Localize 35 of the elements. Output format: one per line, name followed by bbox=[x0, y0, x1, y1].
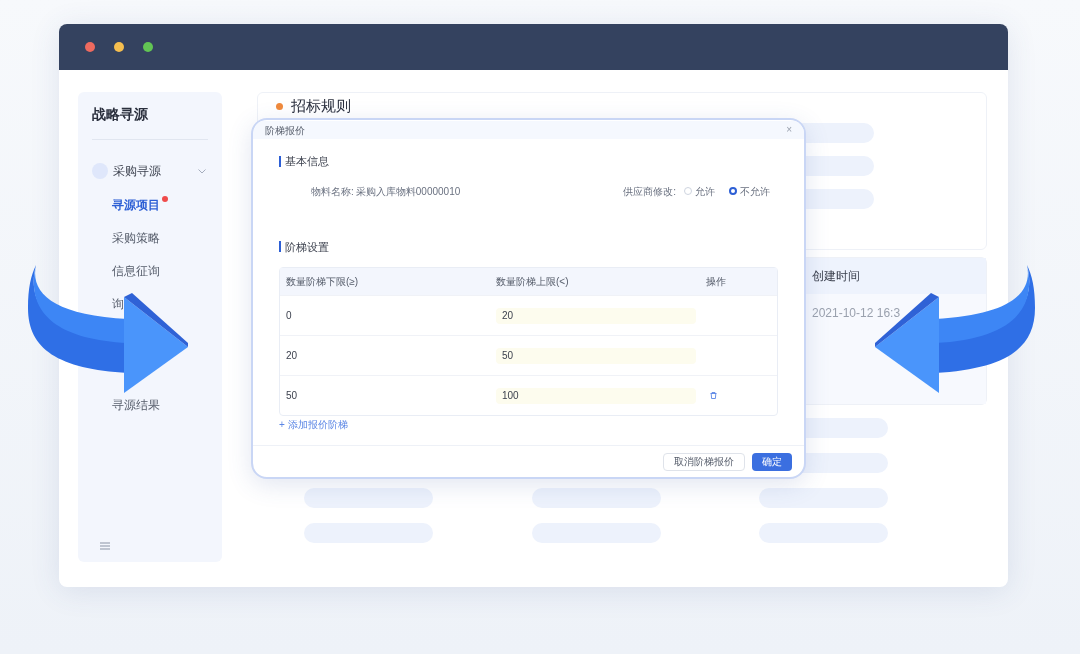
section-title: 招标规则 bbox=[291, 95, 351, 116]
section-marker bbox=[279, 241, 281, 253]
radio-option[interactable]: 允许 bbox=[684, 183, 715, 199]
section-heading: 阶梯设置 bbox=[285, 239, 329, 255]
sidebar-item[interactable]: 寻源结果 bbox=[112, 396, 160, 414]
sidebar-item[interactable]: 采购策略 bbox=[112, 229, 160, 247]
column-header: 创建时间 bbox=[804, 258, 986, 294]
chevron-icon bbox=[198, 168, 206, 174]
table-cell-text: 20 bbox=[286, 349, 299, 363]
column-header: 数量阶梯下限(≥) bbox=[286, 275, 360, 289]
section-marker bbox=[279, 155, 281, 167]
sidebar-item[interactable]: 信息征询 bbox=[112, 262, 160, 280]
table-cell-text: 0 bbox=[286, 309, 293, 323]
cancel-button[interactable]: 取消阶梯报价 bbox=[663, 452, 745, 471]
field-label: 物料名称: bbox=[311, 184, 354, 199]
add-tier-link[interactable]: + 添加报价阶梯 bbox=[279, 417, 778, 432]
trash-icon[interactable] bbox=[710, 392, 717, 399]
table-cell-text: 2021-10-12 16:3 bbox=[812, 305, 901, 322]
sidebar-title: 战略寻源 bbox=[92, 104, 208, 140]
field-label: 供应商修改: bbox=[623, 184, 676, 199]
column-header: 数量阶梯上限(<) bbox=[496, 275, 570, 289]
radio-option[interactable]: 不允许 bbox=[729, 183, 770, 199]
table-cell-text: 50 bbox=[286, 389, 299, 403]
group-label: 采购寻源 bbox=[113, 163, 161, 180]
input-field[interactable]: 50 bbox=[496, 347, 696, 364]
field-value: 采购入库物料00000010 bbox=[355, 184, 461, 199]
input-field[interactable]: 20 bbox=[496, 307, 696, 324]
confirm-button[interactable]: 确定 bbox=[752, 452, 792, 471]
sidebar-group[interactable]: 采购寻源 bbox=[92, 162, 208, 180]
section-heading: 基本信息 bbox=[285, 154, 329, 169]
sidebar-item[interactable]: 寻源项目 bbox=[112, 196, 160, 214]
sidebar-item[interactable]: 询 bbox=[112, 295, 124, 313]
column-header: 操作 bbox=[706, 275, 727, 289]
dialog-title: 阶梯报价 bbox=[265, 123, 305, 138]
input-field[interactable]: 100 bbox=[496, 387, 696, 404]
